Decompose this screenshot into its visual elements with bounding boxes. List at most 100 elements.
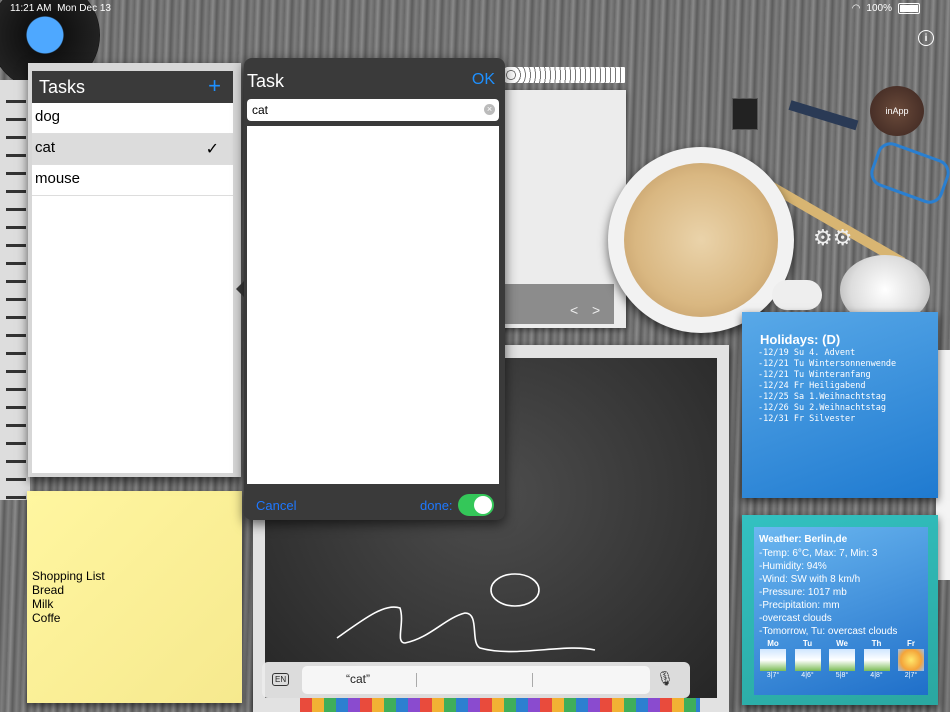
weather-line: -Temp: 6°C, Max: 7, Min: 3 (759, 548, 878, 559)
paperclip-decoration (866, 138, 950, 208)
prev-page-button[interactable]: < (570, 302, 578, 318)
forecast-day-label: Mo (767, 639, 779, 648)
checkmark-icon: ✓ (205, 141, 219, 158)
task-edit-popover: Task OK × Cancel done: (244, 58, 505, 520)
coffee-cup-handle (772, 280, 822, 310)
language-key[interactable]: EN (272, 673, 290, 686)
wifi-icon: ◠ (851, 3, 861, 14)
weather-title: Weather: Berlin,de (759, 534, 848, 545)
calculator-icon[interactable] (732, 98, 758, 130)
forecast-temp: 3|7° (766, 672, 780, 679)
task-name-input[interactable] (249, 102, 483, 118)
calendar-strip-decoration (936, 350, 950, 580)
microphone-icon[interactable]: 🎙 (656, 670, 674, 687)
forecast-day-label: We (836, 639, 848, 648)
sticky-line: Shopping List (32, 569, 105, 583)
forecast-day: Mo 3|7° (758, 639, 788, 679)
ok-button[interactable]: OK (472, 71, 495, 89)
holiday-item: -12/25 Sa 1.Weihnachtstag (758, 392, 886, 402)
done-label: done: (420, 498, 453, 513)
holiday-item: -12/31 Fr Silvester (758, 414, 856, 424)
forecast-temp: 4|6° (801, 672, 814, 679)
add-task-button[interactable]: + (208, 73, 221, 99)
sticky-note[interactable]: Shopping List Bread Milk Coffe (27, 491, 242, 703)
weather-line: -Wind: SW with 8 km/h (759, 574, 861, 585)
suggestion-strip: “cat” (302, 666, 650, 694)
sticky-line: Milk (32, 597, 54, 611)
forecast-day: Fr 2|7° (896, 639, 926, 679)
task-label: cat (35, 139, 56, 156)
next-page-button[interactable]: > (592, 302, 600, 318)
holidays-widget[interactable]: Holidays: (D) -12/19 Su 4. Advent -12/21… (742, 312, 938, 498)
weather-forecast: Mo 3|7° Tu 4|6° We 5|8° Th 4|8° Fr 2|7° (758, 639, 926, 679)
task-label: dog (35, 108, 61, 125)
forecast-day: Tu 4|6° (793, 639, 823, 679)
task-notes-textarea[interactable] (247, 126, 499, 484)
holiday-item: -12/19 Su 4. Advent (758, 348, 856, 358)
forecast-temp: 5|8° (835, 672, 849, 679)
task-row-dog[interactable]: dog (32, 103, 233, 134)
forecast-day: We 5|8° (827, 639, 857, 679)
weather-widget[interactable]: Weather: Berlin,de -Temp: 6°C, Max: 7, M… (742, 515, 938, 705)
suggestion-divider (416, 673, 417, 687)
holiday-item: -12/21 Tu Winteranfang (758, 370, 871, 380)
notepad-nav-bar: < > (490, 284, 614, 324)
task-name-field: × (247, 99, 499, 121)
pen-decoration (788, 100, 859, 131)
coffee-cup-decoration (624, 163, 778, 317)
battery-icon (898, 3, 920, 14)
settings-gear-icon[interactable]: ⚙⚙ (813, 225, 852, 251)
weather-details: -Temp: 6°C, Max: 7, Min: 3 -Humidity: 94… (759, 547, 897, 638)
tasks-title: Tasks (39, 77, 86, 97)
sticky-line: Coffe (32, 611, 61, 625)
cloud-icon (863, 649, 890, 671)
status-right: ◠ 100% (852, 3, 920, 14)
popover-arrow (236, 281, 244, 297)
popover-title: Task (247, 71, 285, 91)
holidays-list: -12/19 Su 4. Advent -12/21 Tu Wintersonn… (758, 348, 896, 425)
weather-line: -Tomorrow, Tu: overcast clouds (759, 626, 898, 637)
forecast-day-label: Th (871, 639, 882, 648)
suggestion-item[interactable]: “cat” (346, 672, 370, 686)
status-time: 11:21 AM Mon Dec 13 (10, 3, 111, 14)
info-icon[interactable]: i (918, 30, 934, 46)
sun-icon (898, 649, 924, 671)
inapp-button[interactable]: inApp (870, 86, 924, 136)
weather-line: -Precipitation: mm (759, 600, 840, 611)
cloud-icon (829, 649, 855, 671)
keyboard-suggestion-bar: EN “cat” 🎙 (262, 662, 690, 698)
clear-text-icon[interactable]: × (484, 104, 495, 115)
cloud-icon (794, 649, 821, 671)
forecast-temp: 4|8° (870, 672, 883, 679)
holiday-item: -12/21 Tu Wintersonnenwende (758, 359, 897, 369)
forecast-day-label: Tu (802, 639, 813, 648)
forecast-day: Th 4|8° (862, 639, 892, 679)
holiday-item: -12/26 Su 2.Weihnachtstag (758, 403, 886, 413)
suggestion-divider (532, 673, 533, 687)
task-label: mouse (35, 170, 81, 187)
task-row-cat[interactable]: cat ✓ (32, 134, 233, 165)
notebook-rings-decoration (6, 90, 26, 500)
status-bar: 11:21 AM Mon Dec 13 ◠ 100% (0, 0, 950, 16)
weather-panel: Weather: Berlin,de -Temp: 6°C, Max: 7, M… (754, 527, 928, 695)
tasks-header: Tasks + (32, 71, 233, 103)
notepad-spiral-decoration (505, 67, 625, 83)
holiday-item: -12/24 Fr Heiligabend (758, 381, 866, 391)
sticky-note-text: Shopping List Bread Milk Coffe (32, 569, 105, 625)
task-row-mouse[interactable]: mouse (32, 165, 233, 196)
sticky-line: Bread (32, 583, 65, 597)
forecast-temp: 2|7° (904, 672, 918, 679)
tasks-list-container: Tasks + dog cat ✓ mouse (32, 71, 233, 473)
cancel-button[interactable]: Cancel (256, 498, 296, 513)
done-toggle[interactable] (458, 494, 494, 516)
cloud-icon (760, 649, 786, 671)
weather-line: -overcast clouds (759, 613, 832, 624)
toggle-knob (474, 496, 492, 514)
forecast-day-label: Fr (907, 639, 915, 648)
battery-percent: 100% (866, 3, 892, 14)
tasks-panel: Tasks + dog cat ✓ mouse (28, 63, 241, 477)
weather-line: -Pressure: 1017 mb (759, 587, 847, 598)
weather-line: -Humidity: 94% (759, 561, 827, 572)
colored-pencils-decoration (300, 698, 700, 712)
holidays-title: Holidays: (D) (760, 332, 841, 347)
